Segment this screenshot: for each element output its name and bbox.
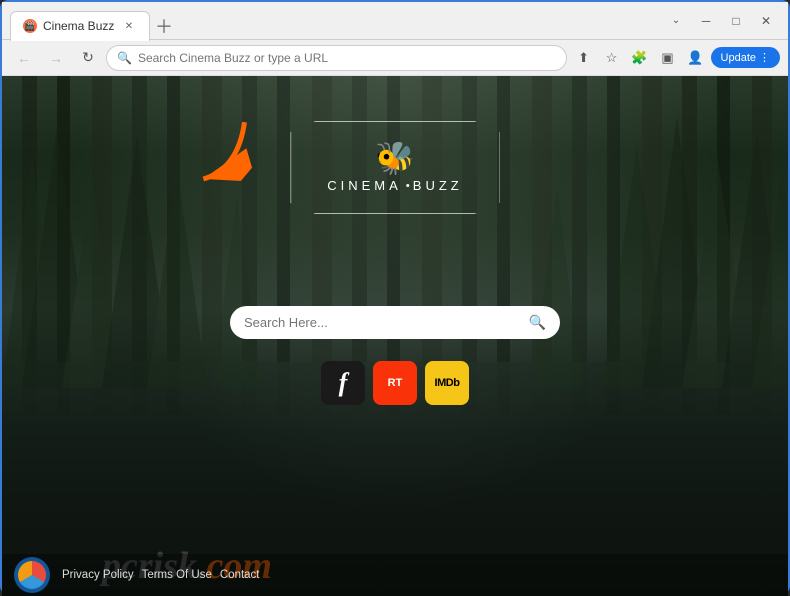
share-icon[interactable]: ⬆ — [571, 45, 597, 71]
logo-frame: 🐝 CINEMA BUZZ — [290, 121, 500, 214]
footer-badge — [14, 557, 50, 593]
rotten-tomatoes-icon[interactable]: RT — [373, 361, 417, 405]
browser-content: 🐝 CINEMA BUZZ 🔍 f RT IMDb pcrisk.com — [2, 76, 788, 596]
extensions-icon[interactable]: 🧩 — [627, 45, 653, 71]
address-input[interactable] — [138, 51, 556, 65]
site-icon-row: f RT IMDb — [321, 361, 469, 405]
tab-favicon: 🎬 — [23, 19, 37, 33]
logo-area: 🐝 CINEMA BUZZ — [290, 121, 500, 214]
fandango-icon[interactable]: f — [321, 361, 365, 405]
logo-outer-border — [284, 115, 506, 220]
footer-area: Privacy Policy Terms Of Use Contact — [2, 554, 788, 596]
search-input[interactable] — [244, 315, 521, 330]
bookmark-icon[interactable]: ☆ — [599, 45, 625, 71]
address-search-icon: 🔍 — [117, 51, 132, 65]
footer-privacy-policy[interactable]: Privacy Policy — [58, 567, 138, 583]
toolbar: ← → ↻ 🔍 ⬆ ☆ 🧩 ▣ 👤 Update ⋮ — [2, 40, 788, 76]
search-button[interactable]: 🔍 — [529, 314, 546, 331]
tabs-dropdown-icon[interactable]: ⌄ — [664, 9, 688, 33]
sidebar-icon[interactable]: ▣ — [655, 45, 681, 71]
search-area[interactable]: 🔍 — [230, 306, 560, 339]
forward-button[interactable]: → — [42, 44, 70, 72]
window-controls: ─ □ ✕ — [692, 7, 780, 35]
update-button[interactable]: Update ⋮ — [711, 47, 780, 68]
search-box[interactable]: 🔍 — [230, 306, 560, 339]
back-button[interactable]: ← — [10, 44, 38, 72]
update-menu-icon: ⋮ — [759, 51, 770, 64]
new-tab-button[interactable]: ＋ — [150, 12, 178, 40]
address-bar[interactable]: 🔍 — [106, 45, 567, 71]
browser-tab[interactable]: 🎬 Cinema Buzz ✕ — [10, 11, 150, 41]
tab-bar: 🎬 Cinema Buzz ✕ ＋ — [10, 2, 660, 40]
close-button[interactable]: ✕ — [752, 7, 780, 35]
tab-close-button[interactable]: ✕ — [121, 18, 137, 34]
window-chrome: 🎬 Cinema Buzz ✕ ＋ ⌄ ─ □ ✕ — [2, 2, 788, 40]
minimize-button[interactable]: ─ — [692, 7, 720, 35]
footer-contact[interactable]: Contact — [216, 567, 264, 583]
maximize-button[interactable]: □ — [722, 7, 750, 35]
profile-icon[interactable]: 👤 — [683, 45, 709, 71]
footer-terms-of-use[interactable]: Terms Of Use — [138, 567, 216, 583]
footer-badge-inner — [18, 561, 46, 589]
refresh-button[interactable]: ↻ — [74, 44, 102, 72]
tab-title: Cinema Buzz — [43, 19, 115, 33]
imdb-icon[interactable]: IMDb — [425, 361, 469, 405]
footer-links: Privacy Policy Terms Of Use Contact — [58, 567, 264, 583]
toolbar-actions: ⬆ ☆ 🧩 ▣ 👤 Update ⋮ — [571, 45, 780, 71]
